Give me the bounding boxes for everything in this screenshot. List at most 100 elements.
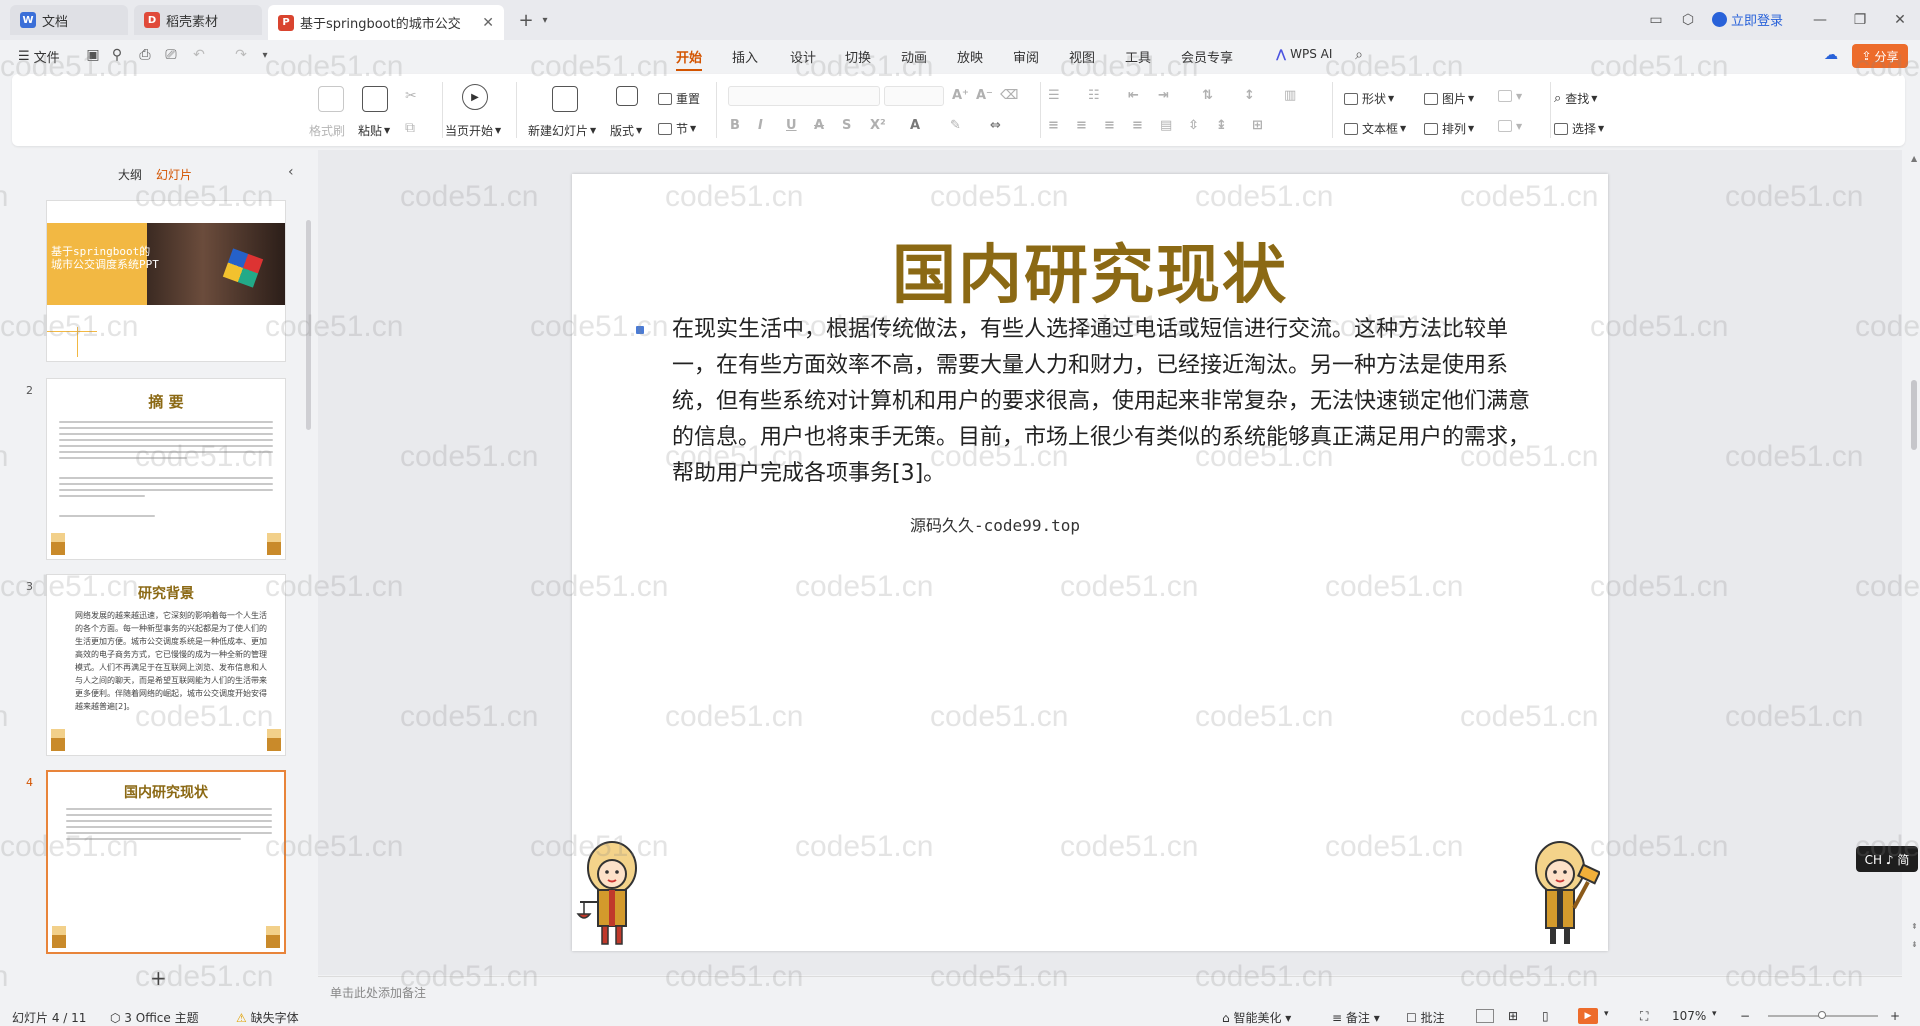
tab-close-icon[interactable]: ✕ (482, 15, 494, 31)
select-button[interactable]: 选择 ▼ (1554, 120, 1604, 137)
align-right-icon[interactable]: ≡ (1104, 118, 1115, 133)
slideshow-play-icon[interactable]: ▶ (1578, 1008, 1598, 1024)
numbered-list-icon[interactable]: ☷ (1088, 88, 1100, 103)
tab-member[interactable]: 会员专享 (1181, 47, 1233, 66)
notes-toggle-button[interactable]: ≡ 备注 ▾ (1332, 1009, 1380, 1026)
shadow-icon[interactable]: S (842, 118, 851, 133)
zoom-out-icon[interactable]: − (1740, 1009, 1750, 1023)
font-color-icon[interactable]: A (910, 118, 920, 133)
cut-icon[interactable]: ✂ (405, 88, 417, 104)
reading-view-icon[interactable]: ▯ (1542, 1009, 1549, 1023)
restore-icon[interactable]: ❐ (1850, 10, 1870, 30)
paste-button[interactable]: 粘贴 ▼ (358, 122, 390, 139)
layout-button[interactable]: 版式 ▼ (610, 122, 642, 139)
zoom-chevron-icon[interactable]: ▾ (1712, 1009, 1717, 1019)
italic-icon[interactable]: I (758, 118, 763, 133)
justify-icon[interactable]: ≡ (1132, 118, 1143, 133)
zoom-in-icon[interactable]: + (1890, 1009, 1900, 1023)
tab-transition[interactable]: 切换 (845, 47, 871, 66)
window-layout-icon[interactable]: ▭ (1646, 10, 1666, 30)
distribute-icon[interactable]: ▤ (1160, 118, 1172, 133)
increase-font-icon[interactable]: A⁺ (952, 88, 969, 103)
fit-window-icon[interactable]: ⛶ (1640, 1009, 1648, 1024)
file-menu[interactable]: ☰ 文件 (18, 47, 60, 66)
notes-pane[interactable]: 单击此处添加备注 (318, 976, 1902, 1006)
close-window-icon[interactable]: ✕ (1890, 10, 1910, 30)
tab-design[interactable]: 设计 (790, 47, 816, 66)
underline-icon[interactable]: U (786, 118, 797, 133)
tab-view[interactable]: 视图 (1069, 47, 1095, 66)
theme-name[interactable]: ⬡ 3 Office 主题 (110, 1009, 199, 1026)
scrollbar-thumb[interactable] (1911, 380, 1917, 450)
outline-tab[interactable]: 大纲 (118, 166, 142, 183)
increase-indent-icon[interactable]: ⇥ (1158, 88, 1169, 103)
superscript-icon[interactable]: X² (870, 118, 886, 133)
tab-list-chevron-icon[interactable]: ▾ (538, 10, 552, 30)
format-painter-button[interactable]: 格式刷 (309, 122, 345, 139)
tab-review[interactable]: 审阅 (1013, 47, 1039, 66)
outline-button[interactable]: ▼ (1498, 120, 1522, 132)
share-link-icon[interactable]: ⚲ (108, 46, 126, 64)
beautify-button[interactable]: ⌂ 智能美化 ▾ (1222, 1009, 1291, 1026)
font-family-select[interactable] (728, 86, 880, 106)
slide-thumbnail-1[interactable]: 基于springboot的城市公交调度系统PPT (46, 200, 286, 362)
slide-thumbnail-3[interactable]: 研究背景 网络发展的越来越迅速，它深刻的影响着每一个人生活的各个方面。每一种新型… (46, 574, 286, 756)
fill-button[interactable]: ▼ (1498, 90, 1522, 102)
slideshow-chevron-icon[interactable]: ▾ (1604, 1009, 1609, 1019)
align-center-icon[interactable]: ≡ (1076, 118, 1087, 133)
comments-button[interactable]: ☐ 批注 (1406, 1009, 1445, 1026)
add-slide-icon[interactable]: + (150, 966, 167, 990)
bold-icon[interactable]: B (730, 118, 740, 133)
prev-slide-icon[interactable]: ⇞ (1911, 922, 1918, 931)
tab-animation[interactable]: 动画 (901, 47, 927, 66)
slides-tab[interactable]: 幻灯片 (156, 166, 192, 183)
undo-icon[interactable]: ↶ (190, 46, 208, 64)
collapse-panel-icon[interactable]: ‹ (288, 164, 294, 180)
zoom-level[interactable]: 107% (1672, 1009, 1706, 1023)
line-spacing-icon[interactable]: ↕ (1244, 88, 1255, 103)
tab-docs[interactable]: W 文档 (10, 5, 128, 35)
find-button[interactable]: ⌕ 查找 ▼ (1554, 90, 1597, 107)
decrease-indent-icon[interactable]: ⇤ (1128, 88, 1139, 103)
vertical-align-icon[interactable]: ⇳ (1188, 118, 1199, 133)
new-tab-plus-icon[interactable]: + (516, 10, 536, 31)
tab-docer[interactable]: D 稻壳素材 (134, 5, 262, 35)
tab-home[interactable]: 开始 (676, 47, 703, 71)
arrange-button[interactable]: 排列 ▼ (1424, 120, 1474, 137)
share-button[interactable]: ⇪ 分享 (1852, 44, 1908, 68)
tab-tools[interactable]: 工具 (1125, 47, 1151, 66)
redo-icon[interactable]: ↷ (232, 46, 250, 64)
missing-font-button[interactable]: ⚠ 缺失字体 (236, 1009, 299, 1026)
shape-button[interactable]: 形状 ▼ (1344, 90, 1394, 107)
slide-footer-text[interactable]: 源码久久-code99.top (572, 512, 1608, 536)
align-left-icon[interactable]: ≡ (1048, 118, 1059, 133)
tab-slideshow[interactable]: 放映 (957, 47, 983, 66)
ime-indicator[interactable]: CH ♪ 简 (1856, 846, 1918, 872)
quick-access-chevron-icon[interactable]: ▾ (258, 46, 272, 64)
reset-button[interactable]: 重置 (658, 90, 700, 107)
decrease-font-icon[interactable]: A⁻ (976, 88, 993, 103)
slide-sorter-icon[interactable]: ⊞ (1508, 1009, 1518, 1023)
next-slide-icon[interactable]: ⇟ (1911, 940, 1918, 949)
slide-thumbnail-4[interactable]: 国内研究现状 (46, 770, 286, 954)
normal-view-icon[interactable] (1476, 1009, 1494, 1023)
smart-art-icon[interactable]: ⊞ (1252, 118, 1263, 133)
text-direction-icon[interactable]: ⇅ (1202, 88, 1213, 103)
cube-icon[interactable]: ⬡ (1678, 10, 1698, 30)
font-size-select[interactable] (884, 86, 944, 106)
slide-4[interactable]: 国内研究现状 在现实生活中，根据传统做法，有些人选择通过电话或短信进行交流。这种… (572, 174, 1608, 951)
clear-format-icon[interactable]: ⌫ (1000, 88, 1018, 103)
minimize-icon[interactable]: — (1810, 10, 1830, 30)
slide-body-text[interactable]: 在现实生活中，根据传统做法，有些人选择通过电话或短信进行交流。这种方法比较单一，… (672, 312, 1532, 492)
bullet-list-icon[interactable]: ☰ (1048, 88, 1060, 103)
strikethrough-icon[interactable]: A (814, 118, 824, 133)
tab-presentation[interactable]: P 基于springboot的城市公交 ✕ (268, 5, 504, 40)
highlight-icon[interactable]: ✎ (950, 118, 961, 133)
save-icon[interactable]: ▣ (84, 46, 102, 64)
cloud-sync-icon[interactable]: ☁ (1822, 46, 1840, 64)
section-button[interactable]: 节 ▼ (658, 120, 696, 137)
zoom-slider-handle[interactable] (1818, 1011, 1826, 1019)
textbox-button[interactable]: 文本框 ▼ (1344, 120, 1406, 137)
tab-insert[interactable]: 插入 (732, 47, 758, 66)
panel-scrollbar[interactable] (306, 220, 311, 430)
